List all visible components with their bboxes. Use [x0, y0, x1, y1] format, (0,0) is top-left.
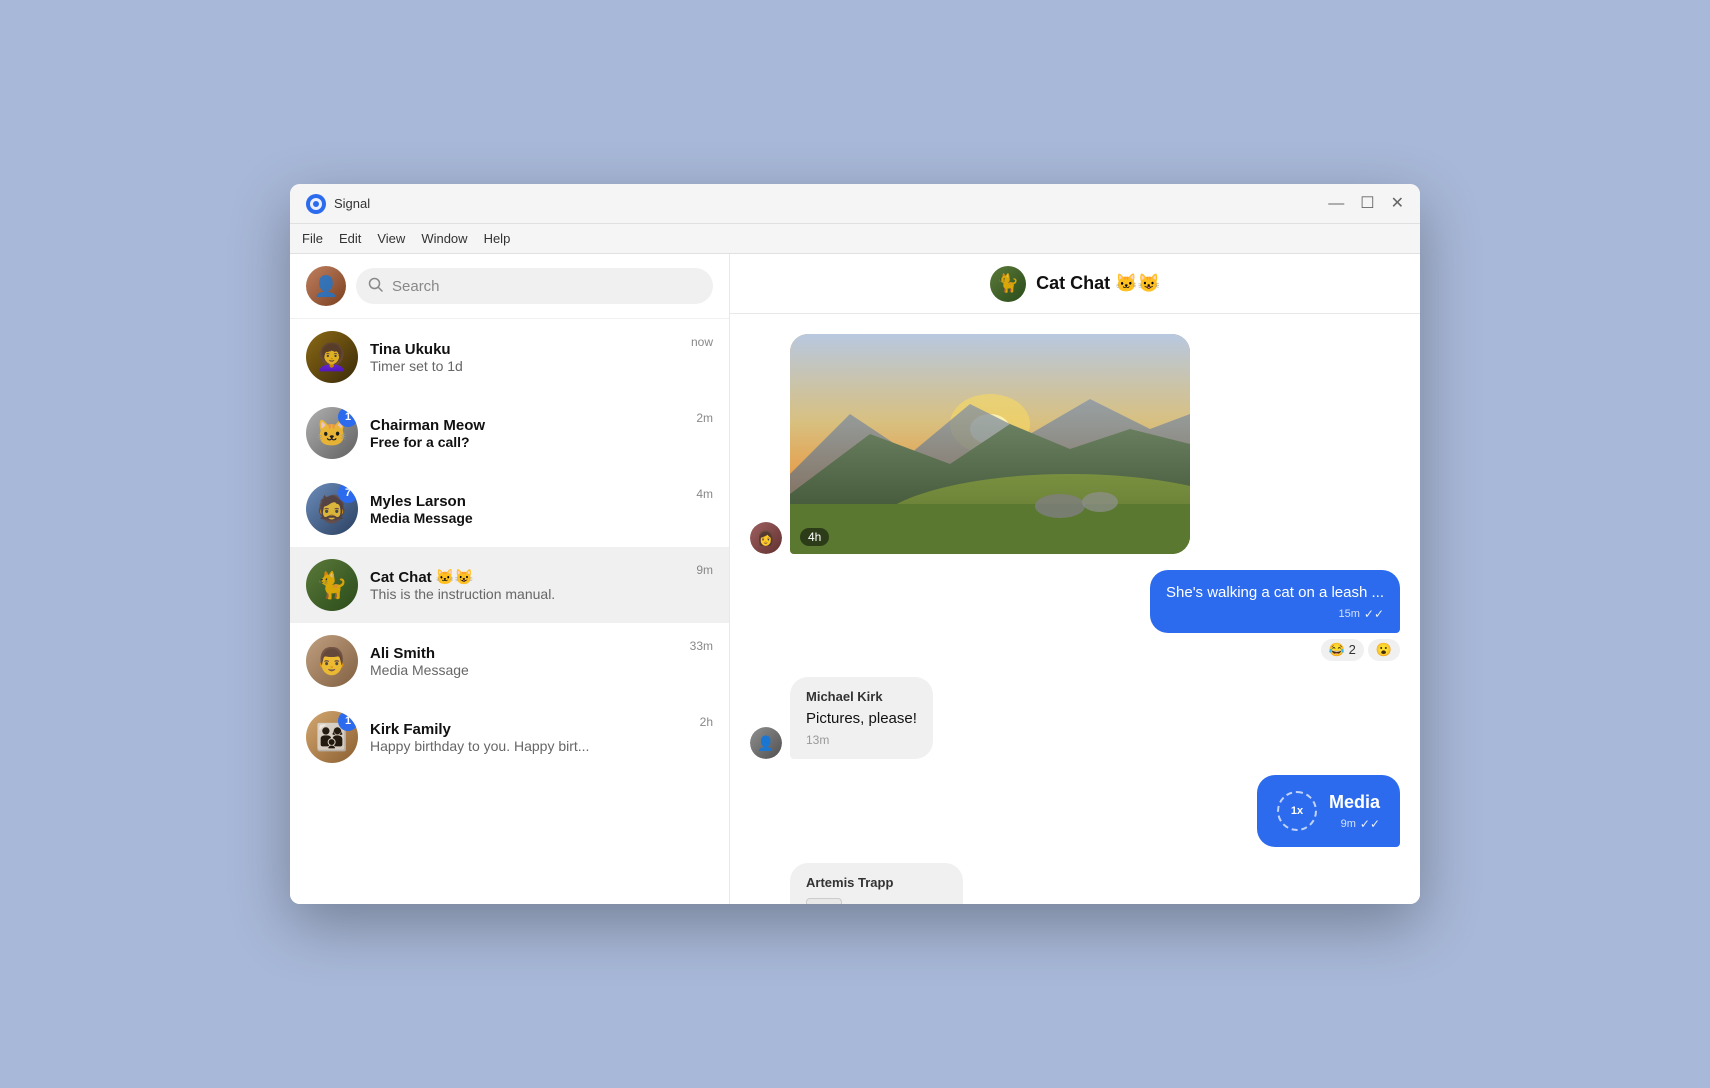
conv-info-chairman: Chairman Meow Free for a call?	[370, 417, 696, 450]
conv-info-catchat: Cat Chat 🐱😺 This is the instruction manu…	[370, 568, 696, 602]
conv-preview-chairman: Free for a call?	[370, 434, 696, 450]
conversation-list: 👩‍🦱 Tina Ukuku Timer set to 1d now 🐱 1	[290, 319, 729, 904]
window-controls: — ☐ ✕	[1328, 196, 1404, 212]
messages-list: 👩	[730, 314, 1420, 904]
conv-time-kirk: 2h	[700, 715, 713, 729]
conv-info-kirk: Kirk Family Happy birthday to you. Happy…	[370, 721, 700, 754]
msg-bubble-image: 4h	[790, 334, 1190, 554]
chat-header-avatar: 🐈	[990, 266, 1026, 302]
conv-name-ali: Ali Smith	[370, 645, 690, 662]
conv-time-catchat: 9m	[696, 563, 713, 577]
chat-title: Cat Chat 🐱😺	[1036, 273, 1160, 294]
conv-info-ali: Ali Smith Media Message	[370, 645, 690, 678]
conv-avatar-ali: 👨	[306, 635, 358, 687]
media-icon: 1x	[1277, 791, 1317, 831]
conv-preview-tina: Timer set to 1d	[370, 358, 691, 374]
conv-item-myles[interactable]: 🧔 7 Myles Larson Media Message 4m	[290, 471, 729, 547]
conv-name-chairman: Chairman Meow	[370, 417, 696, 434]
message-incoming-michael: 👤 Michael Kirk Pictures, please! 13m	[750, 677, 1400, 759]
message-outgoing-text: She's walking a cat on a leash ... 15m ✓…	[750, 570, 1400, 661]
conv-avatar-catchat: 🐈	[306, 559, 358, 611]
conv-preview-kirk: Happy birthday to you. Happy birt...	[370, 738, 700, 754]
app-window: Signal — ☐ ✕ File Edit View Window Help …	[290, 184, 1420, 904]
conv-time-ali: 33m	[690, 639, 713, 653]
app-title: Signal	[334, 196, 1328, 211]
menu-view[interactable]: View	[377, 231, 405, 246]
conv-item-ali[interactable]: 👨 Ali Smith Media Message 33m	[290, 623, 729, 699]
msg-meta-media: 9m ✓✓	[1329, 817, 1380, 831]
conv-item-chairman[interactable]: 🐱 1 Chairman Meow Free for a call? 2m	[290, 395, 729, 471]
msg-checkmarks: ✓✓	[1364, 607, 1384, 621]
msg-bubble-media: 1x Media 9m ✓✓	[1257, 775, 1400, 847]
conv-item-tina[interactable]: 👩‍🦱 Tina Ukuku Timer set to 1d now	[290, 319, 729, 395]
msg-sender-name-artemis: Artemis Trapp	[806, 875, 947, 890]
chat-header: 🐈 Cat Chat 🐱😺	[730, 254, 1420, 314]
message-incoming-image: 👩	[750, 334, 1400, 554]
chat-area: 🐈 Cat Chat 🐱😺 👩	[730, 254, 1420, 904]
msg-bubble-outgoing-text: She's walking a cat on a leash ... 15m ✓…	[1150, 570, 1400, 633]
search-icon	[368, 277, 384, 296]
conv-badge-kirk: 1	[338, 711, 358, 731]
search-bar[interactable]	[356, 268, 713, 304]
msg-sender-avatar-ariel: 👩	[750, 522, 782, 554]
msg-bubble-pdf: Artemis Trapp PDF Instructions.pdf 21.04…	[790, 863, 963, 904]
msg-text-leash: She's walking a cat on a leash ...	[1166, 582, 1384, 603]
reaction-laughing: 😂 2	[1321, 639, 1364, 661]
conv-info-tina: Tina Ukuku Timer set to 1d	[370, 341, 691, 374]
pdf-row: PDF Instructions.pdf 21.04 KB	[806, 898, 947, 904]
conv-time-tina: now	[691, 335, 713, 349]
conv-badge-myles: 7	[338, 483, 358, 503]
titlebar: Signal — ☐ ✕	[290, 184, 1420, 224]
menu-file[interactable]: File	[302, 231, 323, 246]
msg-bubble-michael: Michael Kirk Pictures, please! 13m	[790, 677, 933, 759]
sidebar: 👤 👩‍🦱	[290, 254, 730, 904]
conv-item-kirk[interactable]: 👨‍👩‍👦 1 Kirk Family Happy birthday to yo…	[290, 699, 729, 775]
my-avatar[interactable]: 👤	[306, 266, 346, 306]
message-incoming-pdf: Artemis Trapp PDF Instructions.pdf 21.04…	[750, 863, 1400, 904]
conv-name-myles: Myles Larson	[370, 493, 696, 510]
sidebar-header: 👤	[290, 254, 729, 319]
msg-sender-avatar-michael: 👤	[750, 727, 782, 759]
conv-item-catchat[interactable]: 🐈 Cat Chat 🐱😺 This is the instruction ma…	[290, 547, 729, 623]
image-timestamp-overlay: 4h	[800, 528, 829, 546]
menu-edit[interactable]: Edit	[339, 231, 361, 246]
conv-name-tina: Tina Ukuku	[370, 341, 691, 358]
minimize-button[interactable]: —	[1328, 196, 1344, 212]
conv-avatar-tina: 👩‍🦱	[306, 331, 358, 383]
close-button[interactable]: ✕	[1391, 196, 1404, 212]
conv-preview-ali: Media Message	[370, 662, 690, 678]
msg-time-media: 9m	[1341, 818, 1356, 830]
menu-help[interactable]: Help	[484, 231, 511, 246]
conv-name-kirk: Kirk Family	[370, 721, 700, 738]
msg-checkmarks-media: ✓✓	[1360, 817, 1380, 831]
menubar: File Edit View Window Help	[290, 224, 1420, 254]
conv-time-myles: 4m	[696, 487, 713, 501]
conv-avatar-myles: 🧔 7	[306, 483, 358, 535]
msg-time-in-michael: 13m	[806, 733, 917, 747]
media-label: Media	[1329, 792, 1380, 813]
msg-text-pictures: Pictures, please!	[806, 708, 917, 729]
conv-info-myles: Myles Larson Media Message	[370, 493, 696, 526]
conv-preview-myles: Media Message	[370, 510, 696, 526]
conv-avatar-kirk: 👨‍👩‍👦 1	[306, 711, 358, 763]
maximize-button[interactable]: ☐	[1360, 196, 1374, 212]
pdf-icon: PDF	[806, 898, 842, 904]
media-qualifier: 1x	[1291, 805, 1303, 817]
conv-avatar-chairman: 🐱 1	[306, 407, 358, 459]
conv-time-chairman: 2m	[696, 411, 713, 425]
conv-badge-chairman: 1	[338, 407, 358, 427]
msg-reactions: 😂 2 😮	[1321, 639, 1400, 661]
app-logo-icon	[306, 194, 326, 214]
message-outgoing-media: 1x Media 9m ✓✓	[750, 775, 1400, 847]
msg-sender-name-michael: Michael Kirk	[806, 689, 917, 704]
reaction-wow: 😮	[1368, 639, 1400, 661]
main-content: 👤 👩‍🦱	[290, 254, 1420, 904]
msg-time-out: 15m	[1338, 608, 1359, 620]
msg-meta-outgoing: 15m ✓✓	[1166, 607, 1384, 621]
msg-image-mountain: 4h	[790, 334, 1190, 554]
conv-name-catchat: Cat Chat 🐱😺	[370, 568, 696, 586]
menu-window[interactable]: Window	[421, 231, 467, 246]
search-input[interactable]	[392, 278, 701, 295]
conv-preview-catchat: This is the instruction manual.	[370, 586, 696, 602]
